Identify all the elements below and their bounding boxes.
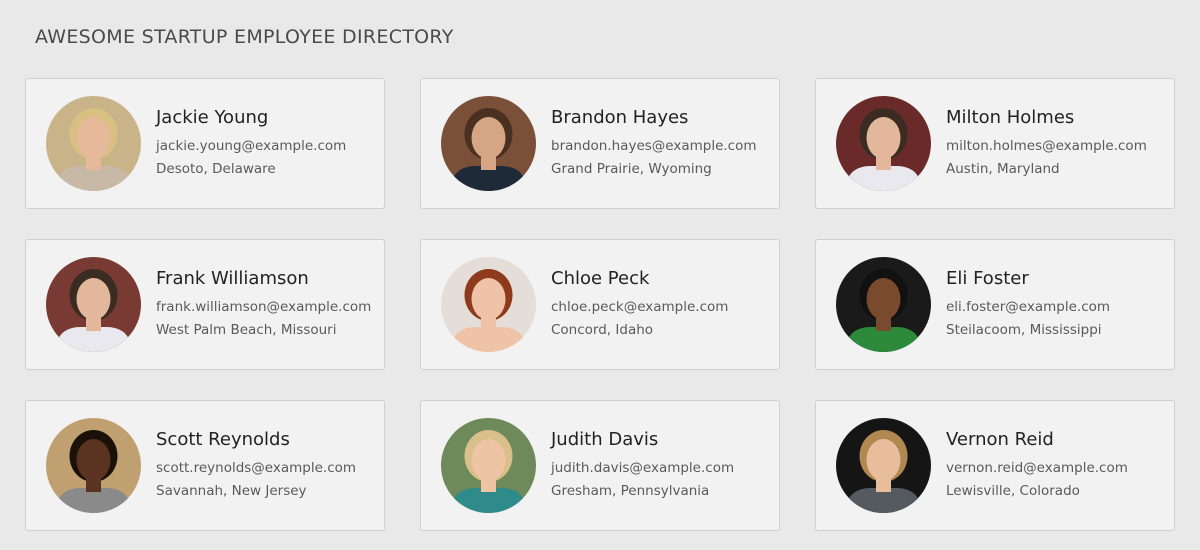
employee-name: Milton Holmes (946, 106, 1075, 128)
employee-card[interactable]: Judith Davis judith.davis@example.com Gr… (420, 400, 780, 531)
employee-info: Brandon Hayes brandon.hayes@example.com … (551, 107, 757, 181)
employee-card[interactable]: Chloe Peck chloe.peck@example.com Concor… (420, 239, 780, 370)
employee-email: frank.williamson@example.com (156, 298, 372, 315)
employee-name: Chloe Peck (551, 267, 650, 289)
employee-location: Gresham, Pennsylvania (551, 482, 710, 499)
employee-name: Brandon Hayes (551, 106, 689, 128)
employee-card[interactable]: Brandon Hayes brandon.hayes@example.com … (420, 78, 780, 209)
employee-email: scott.reynolds@example.com (156, 459, 357, 476)
employee-name: Jackie Young (156, 106, 269, 128)
employee-name: Judith Davis (551, 428, 659, 450)
employee-avatar (441, 96, 536, 191)
employee-location: Concord, Idaho (551, 321, 654, 338)
employee-email: chloe.peck@example.com (551, 298, 729, 315)
employee-info: Chloe Peck chloe.peck@example.com Concor… (551, 268, 728, 342)
employee-location: Lewisville, Colorado (946, 482, 1080, 499)
employee-card[interactable]: Scott Reynolds scott.reynolds@example.co… (25, 400, 385, 531)
employee-info: Scott Reynolds scott.reynolds@example.co… (156, 429, 356, 503)
employee-avatar (46, 257, 141, 352)
employee-avatar (441, 418, 536, 513)
employee-email: jackie.young@example.com (156, 137, 347, 154)
employee-email: eli.foster@example.com (946, 298, 1111, 315)
employee-location: Desoto, Delaware (156, 160, 276, 177)
employee-info: Eli Foster eli.foster@example.com Steila… (946, 268, 1110, 342)
employee-location: Savannah, New Jersey (156, 482, 307, 499)
employee-avatar (46, 418, 141, 513)
employee-info: Vernon Reid vernon.reid@example.com Lewi… (946, 429, 1128, 503)
employee-avatar (441, 257, 536, 352)
employee-avatar (836, 418, 931, 513)
employee-name: Eli Foster (946, 267, 1029, 289)
employee-email: judith.davis@example.com (551, 459, 735, 476)
employee-email: brandon.hayes@example.com (551, 137, 757, 154)
employee-grid: Jackie Young jackie.young@example.com De… (25, 78, 1175, 531)
employee-name: Vernon Reid (946, 428, 1054, 450)
employee-card[interactable]: Eli Foster eli.foster@example.com Steila… (815, 239, 1175, 370)
employee-location: Grand Prairie, Wyoming (551, 160, 712, 177)
employee-info: Milton Holmes milton.holmes@example.com … (946, 107, 1147, 181)
employee-email: milton.holmes@example.com (946, 137, 1147, 154)
employee-card[interactable]: Milton Holmes milton.holmes@example.com … (815, 78, 1175, 209)
employee-location: West Palm Beach, Missouri (156, 321, 337, 338)
employee-name: Scott Reynolds (156, 428, 290, 450)
employee-card[interactable]: Vernon Reid vernon.reid@example.com Lewi… (815, 400, 1175, 531)
employee-avatar (836, 257, 931, 352)
employee-name: Frank Williamson (156, 267, 309, 289)
employee-info: Judith Davis judith.davis@example.com Gr… (551, 429, 734, 503)
employee-info: Frank Williamson frank.williamson@exampl… (156, 268, 371, 342)
employee-email: vernon.reid@example.com (946, 459, 1128, 476)
employee-card[interactable]: Jackie Young jackie.young@example.com De… (25, 78, 385, 209)
employee-location: Steilacoom, Mississippi (946, 321, 1102, 338)
employee-info: Jackie Young jackie.young@example.com De… (156, 107, 346, 181)
page-title: AWESOME STARTUP EMPLOYEE DIRECTORY (35, 26, 454, 48)
employee-location: Austin, Maryland (946, 160, 1060, 177)
employee-avatar (836, 96, 931, 191)
employee-card[interactable]: Frank Williamson frank.williamson@exampl… (25, 239, 385, 370)
employee-avatar (46, 96, 141, 191)
